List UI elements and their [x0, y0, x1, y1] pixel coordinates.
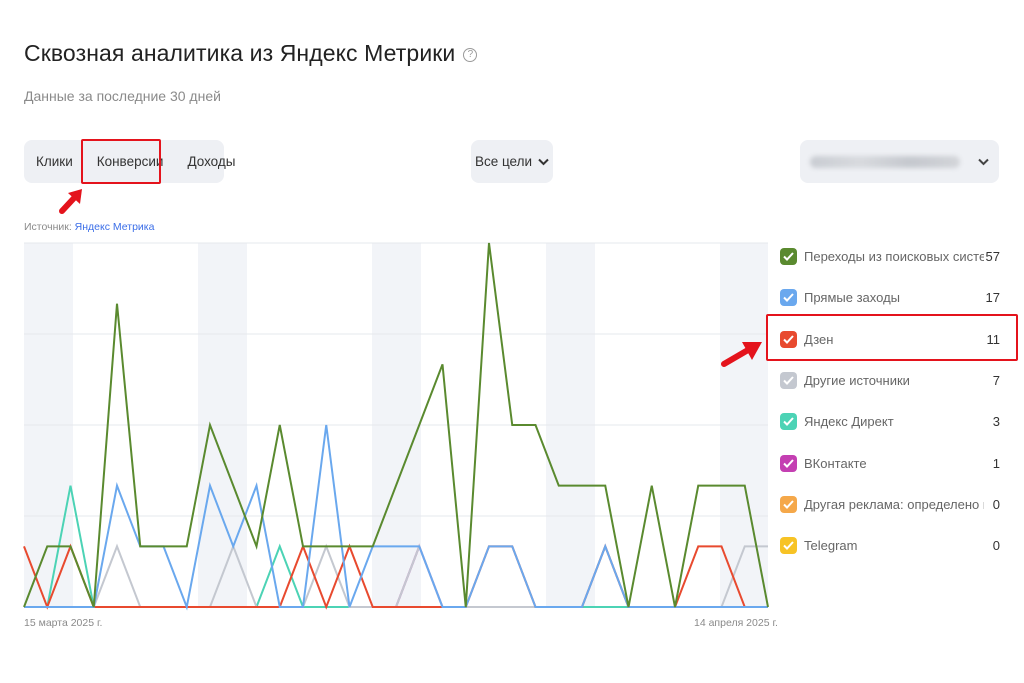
checkbox-checked-icon[interactable] [780, 536, 797, 554]
checkbox-checked-icon[interactable] [780, 247, 797, 265]
x-axis-end-label: 14 апреля 2025 г. [694, 617, 778, 629]
help-icon[interactable]: ? [463, 48, 478, 62]
account-dropdown[interactable] [800, 140, 999, 183]
page-title: Сквозная аналитика из Яндекс Метрики [24, 40, 456, 66]
tab-clicks[interactable]: Клики [24, 140, 85, 183]
legend-value: 57 [985, 248, 1000, 264]
legend-item[interactable]: Telegram 0 [780, 533, 1002, 557]
source-link[interactable]: Яндекс Метрика [75, 221, 155, 233]
legend-value: 1 [992, 455, 1000, 471]
checkbox-checked-icon[interactable] [780, 371, 797, 389]
source-prefix: Источник: [24, 221, 72, 233]
conversions-chart [23, 242, 769, 611]
legend-label: Переходы из поисковых систем [804, 248, 984, 264]
title-row: Сквозная аналитика из Яндекс Метрики ? [24, 40, 478, 67]
data-source: Источник: Яндекс Метрика [24, 221, 154, 233]
legend-item[interactable]: Другие источники 7 [780, 368, 1002, 392]
goals-dropdown-label: Все цели [474, 154, 533, 169]
legend-item[interactable]: Другая реклама: определено по ... 0 [780, 492, 1002, 516]
legend-value: 17 [985, 289, 1000, 305]
goals-dropdown[interactable]: Все цели [471, 140, 553, 183]
legend-value: 0 [992, 496, 1000, 512]
legend-label: ВКонтакте [804, 455, 867, 471]
legend-label: Прямые заходы [804, 289, 901, 305]
page-subtitle: Данные за последние 30 дней [24, 88, 221, 104]
tab-revenue[interactable]: Доходы [175, 140, 247, 183]
chevron-down-icon [538, 158, 549, 165]
checkbox-checked-icon[interactable] [780, 412, 797, 430]
legend-item[interactable]: Переходы из поисковых систем 57 [780, 244, 1002, 268]
page: Сквозная аналитика из Яндекс Метрики ? Д… [0, 0, 1024, 683]
legend-label: Другая реклама: определено по ... [804, 496, 984, 512]
legend-value: 7 [992, 372, 1000, 388]
checkbox-checked-icon[interactable] [780, 495, 797, 513]
x-axis-start-label: 15 марта 2025 г. [24, 617, 103, 629]
pointer-arrow-icon [59, 189, 82, 214]
legend-label: Другие источники [804, 372, 910, 388]
legend-highlight-box [766, 314, 1018, 361]
blurred-account-name [810, 155, 960, 168]
chevron-down-icon [978, 158, 989, 165]
pointer-arrow-icon [721, 342, 762, 367]
legend-label: Яндекс Директ [804, 413, 894, 429]
legend-label: Telegram [804, 537, 858, 553]
tab-highlight-box [81, 139, 161, 184]
legend-item[interactable]: Прямые заходы 17 [780, 285, 1002, 309]
legend-item[interactable]: Яндекс Директ 3 [780, 409, 1002, 433]
checkbox-checked-icon[interactable] [780, 288, 797, 306]
legend-value: 3 [992, 413, 1000, 429]
checkbox-checked-icon[interactable] [780, 454, 797, 472]
legend-item[interactable]: ВКонтакте 1 [780, 451, 1002, 475]
legend-value: 0 [992, 537, 1000, 553]
